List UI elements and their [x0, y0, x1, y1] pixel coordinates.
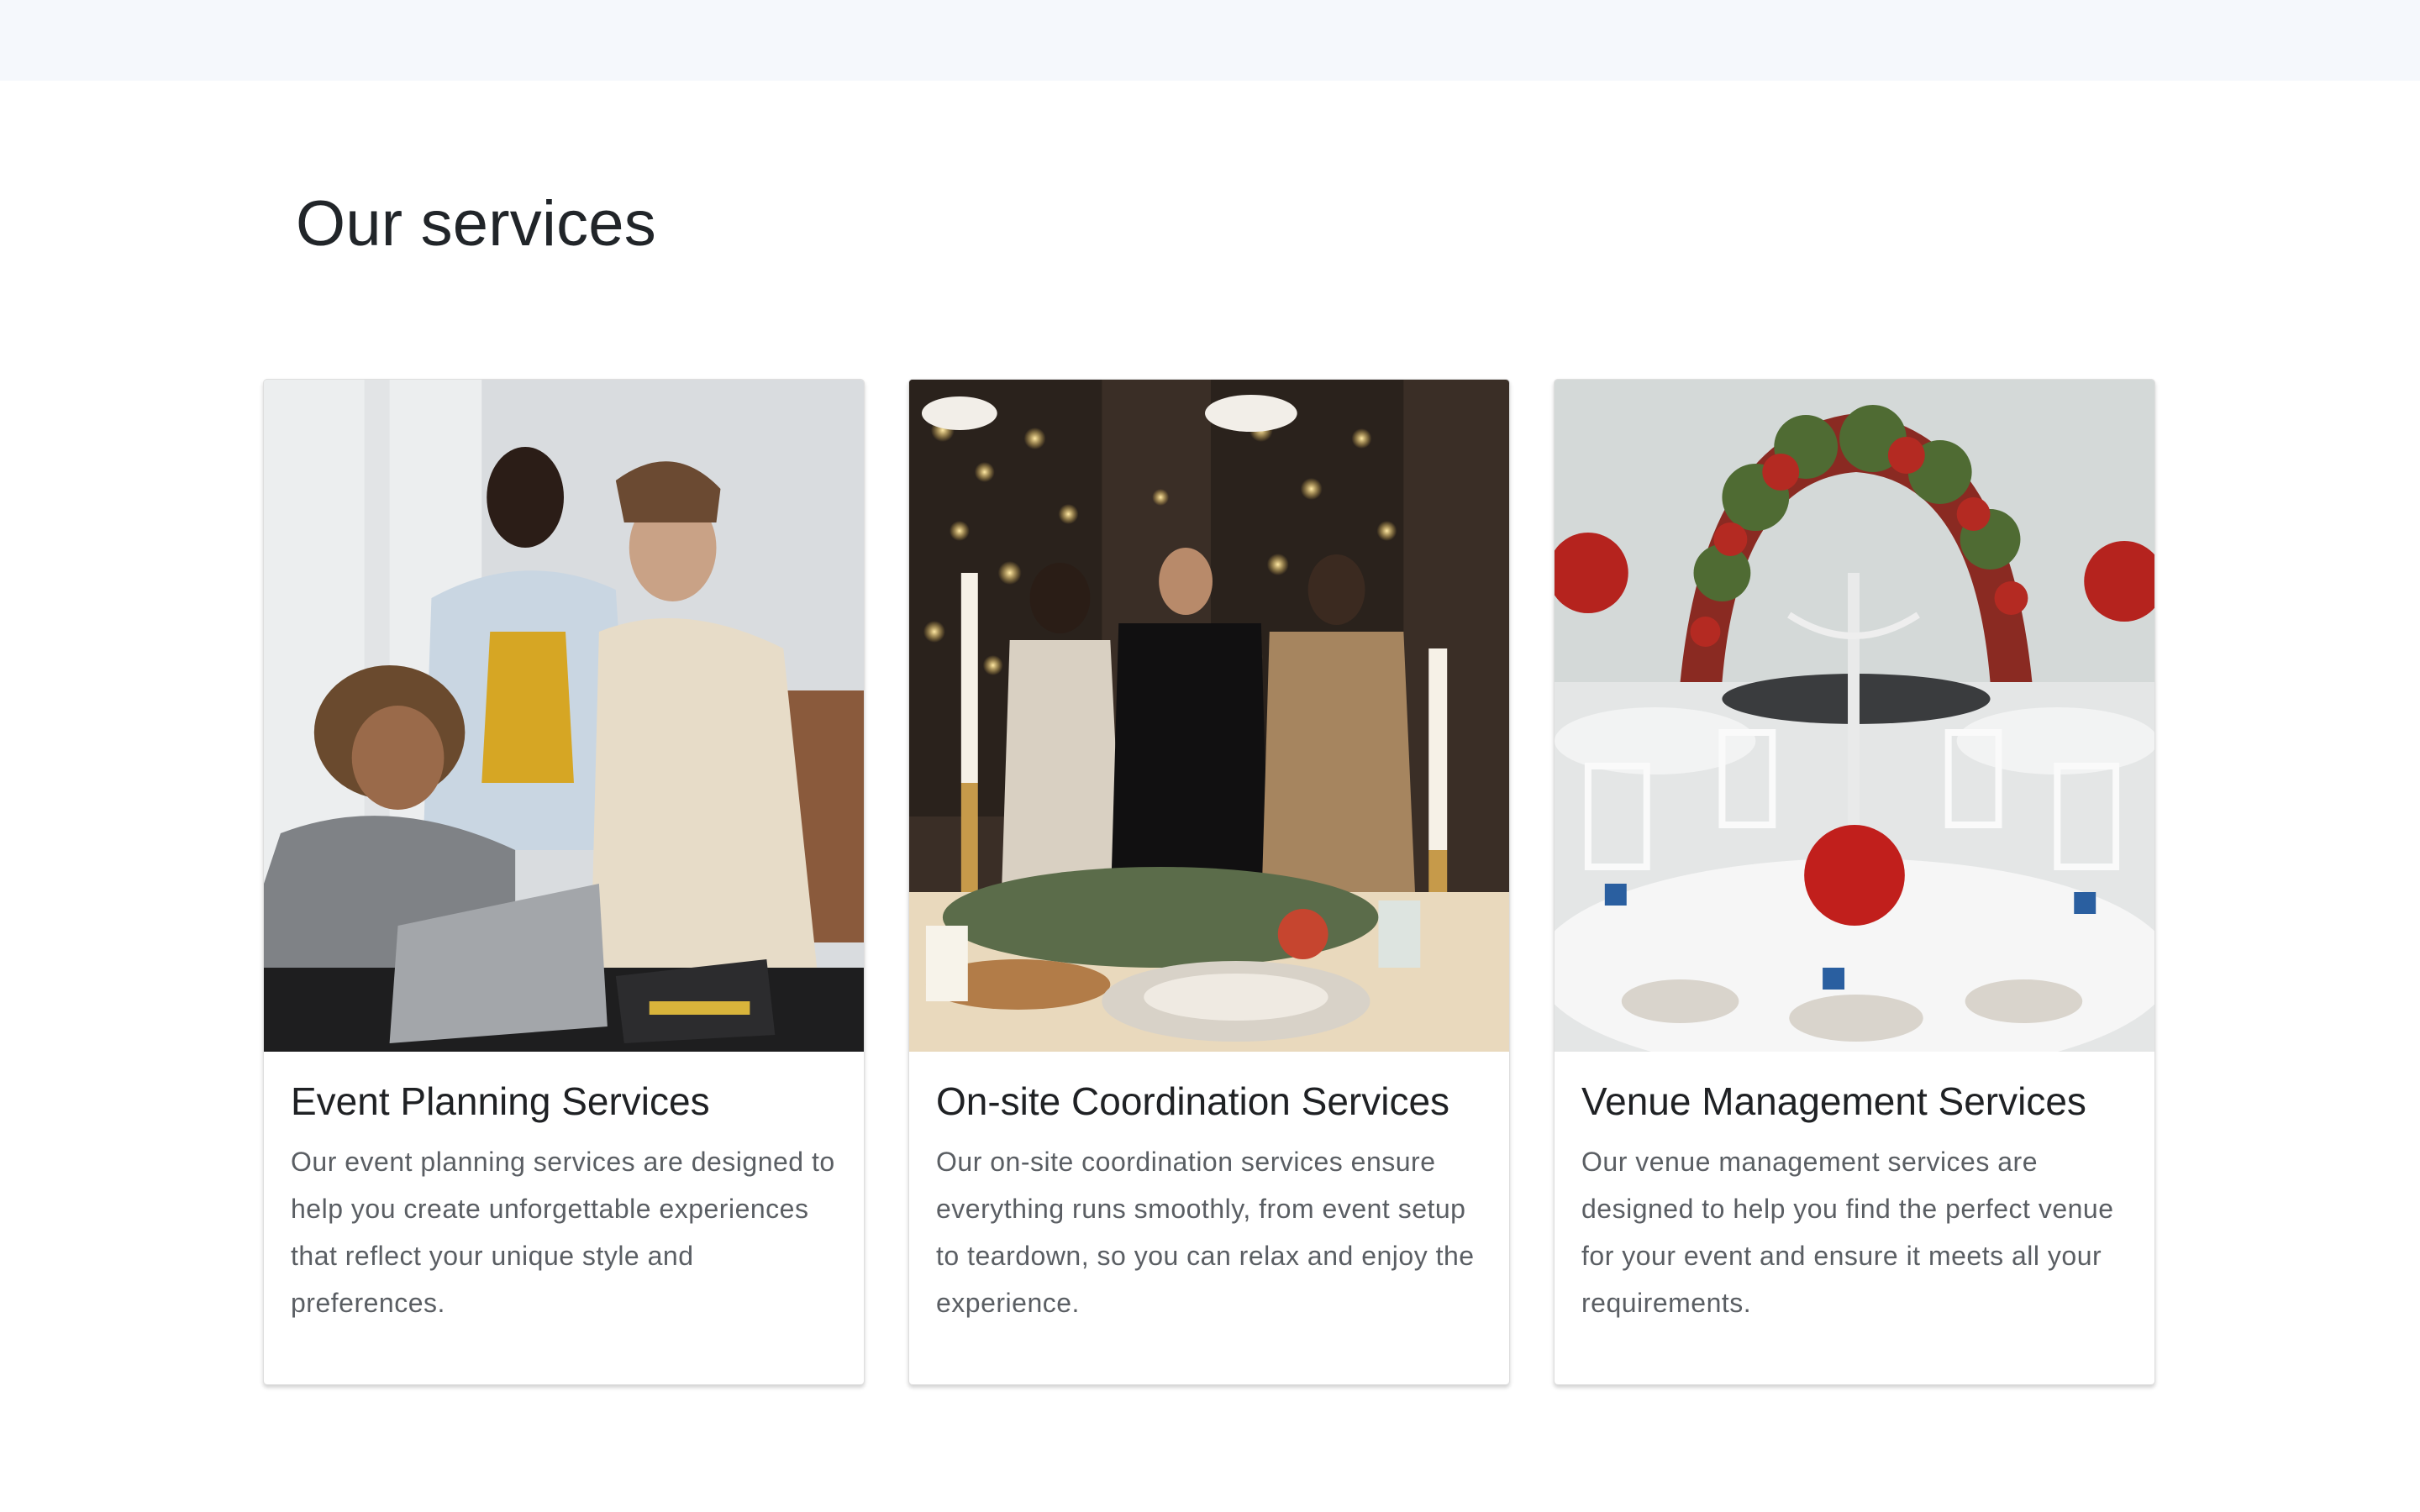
- services-card-list: Event Planning Services Our event planni…: [263, 379, 2155, 1385]
- card-body: Venue Management Services Our venue mana…: [1555, 1052, 2154, 1326]
- card-title[interactable]: On-site Coordination Services: [936, 1079, 1482, 1125]
- card-description: Our venue management services are design…: [1581, 1147, 2114, 1319]
- card-title[interactable]: Event Planning Services: [291, 1079, 837, 1125]
- card-description: Our on-site coordination services ensure…: [936, 1147, 1475, 1319]
- card-body: On-site Coordination Services Our on-sit…: [909, 1052, 1509, 1326]
- top-navbar: [0, 0, 2420, 81]
- service-card-venue-management[interactable]: Venue Management Services Our venue mana…: [1554, 379, 2155, 1385]
- service-card-onsite-coordination[interactable]: On-site Coordination Services Our on-sit…: [908, 379, 1510, 1385]
- event-planning-image: [264, 380, 864, 1052]
- service-card-event-planning[interactable]: Event Planning Services Our event planni…: [263, 379, 865, 1385]
- card-title[interactable]: Venue Management Services: [1581, 1079, 2128, 1125]
- section-title: Our services: [296, 188, 656, 260]
- card-description: Our event planning services are designed…: [291, 1147, 835, 1319]
- venue-management-image: [1555, 380, 2154, 1052]
- card-body: Event Planning Services Our event planni…: [264, 1052, 864, 1326]
- onsite-coordination-image: [909, 380, 1509, 1052]
